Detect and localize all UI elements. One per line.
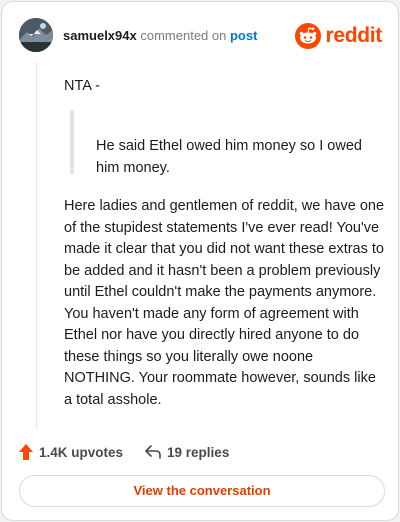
reddit-wordmark: reddit <box>325 24 382 47</box>
reddit-logo[interactable]: reddit <box>295 22 382 50</box>
reply-count: 19 replies <box>167 444 230 460</box>
comment-actions: 1.4K upvotes 19 replies <box>19 442 251 462</box>
upvote-arrow-icon <box>19 444 33 460</box>
comment-paragraph: Here ladies and gentlemen of reddit, we … <box>64 198 385 408</box>
post-link[interactable]: post <box>230 28 257 43</box>
blockquote: He said Ethel owed him money so I owed h… <box>70 110 370 176</box>
embedded-comment-card: samuelx94x commented on post reddit NTA … <box>1 1 399 521</box>
view-conversation-button[interactable]: View the conversation <box>19 475 385 507</box>
replies-button[interactable]: 19 replies <box>145 445 229 460</box>
reddit-snoo-icon <box>295 23 322 49</box>
reply-arrow-icon <box>145 445 161 459</box>
byline: samuelx94x commented on post <box>63 28 257 44</box>
avatar[interactable] <box>19 18 53 52</box>
thread-line <box>36 62 37 428</box>
comment-header: samuelx94x commented on post reddit <box>19 18 382 54</box>
avatar-image <box>19 18 53 52</box>
commented-on-text: commented on <box>140 28 227 43</box>
username-link[interactable]: samuelx94x <box>63 28 137 43</box>
comment-opening: NTA - <box>64 78 100 94</box>
upvote-button[interactable]: 1.4K upvotes <box>19 444 123 460</box>
upvote-count: 1.4K upvotes <box>39 444 124 460</box>
quote-text: He said Ethel owed him money so I owed h… <box>96 138 362 176</box>
